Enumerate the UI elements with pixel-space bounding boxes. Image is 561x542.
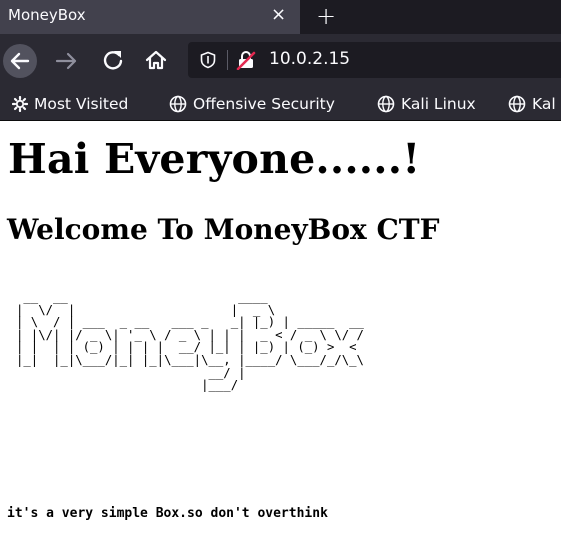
globe-icon [508,95,526,113]
forward-arrow-icon [55,52,77,70]
page-subheading: Welcome To MoneyBox CTF [7,213,440,246]
globe-icon [377,95,395,113]
back-button[interactable] [3,44,37,78]
new-tab-button[interactable]: + [316,2,336,30]
bookmark-most-visited[interactable]: Most Visited [12,93,128,115]
gear-icon [12,96,28,112]
tab-moneybox[interactable]: MoneyBox × [0,0,300,34]
page-heading: Hai Everyone......! [8,135,421,183]
tab-bar: MoneyBox × + [0,0,561,34]
home-icon [145,50,167,70]
tab-title: MoneyBox [8,6,86,24]
home-button[interactable] [144,48,168,72]
page-content: Hai Everyone......! Welcome To MoneyBox … [0,121,561,542]
address-bar[interactable]: 10.0.2.15 [188,42,561,78]
url-text[interactable]: 10.0.2.15 [269,49,350,69]
bookmark-label: Offensive Security [193,95,335,113]
tab-close-icon[interactable]: × [271,5,286,25]
reload-icon [103,51,123,70]
navigation-toolbar: 10.0.2.15 [0,34,561,88]
bookmark-label: Most Visited [34,95,129,113]
insecure-lock-icon[interactable] [236,50,256,70]
bookmark-label: Kali Linux [401,95,476,113]
hint-text: it's a very simple Box.so don't overthin… [7,506,328,521]
forward-button[interactable] [55,44,79,78]
bookmarks-toolbar: Most Visited Offensive Security Kali Lin… [0,88,561,121]
bookmark-kali-linux[interactable]: Kali Linux [377,93,476,115]
tracking-protection-shield-icon[interactable] [199,51,217,69]
bookmark-label: Kal [532,95,556,113]
ascii-art-logo: __ __ ____ | \/ | | _ \ | \ / | ___ _ __… [16,290,364,393]
bookmark-offensive-security[interactable]: Offensive Security [169,93,335,115]
reload-button[interactable] [102,48,124,72]
bookmark-kali-truncated[interactable]: Kal [508,93,556,115]
back-arrow-icon [10,52,30,70]
globe-icon [169,95,187,113]
address-bar-divider [227,50,228,70]
